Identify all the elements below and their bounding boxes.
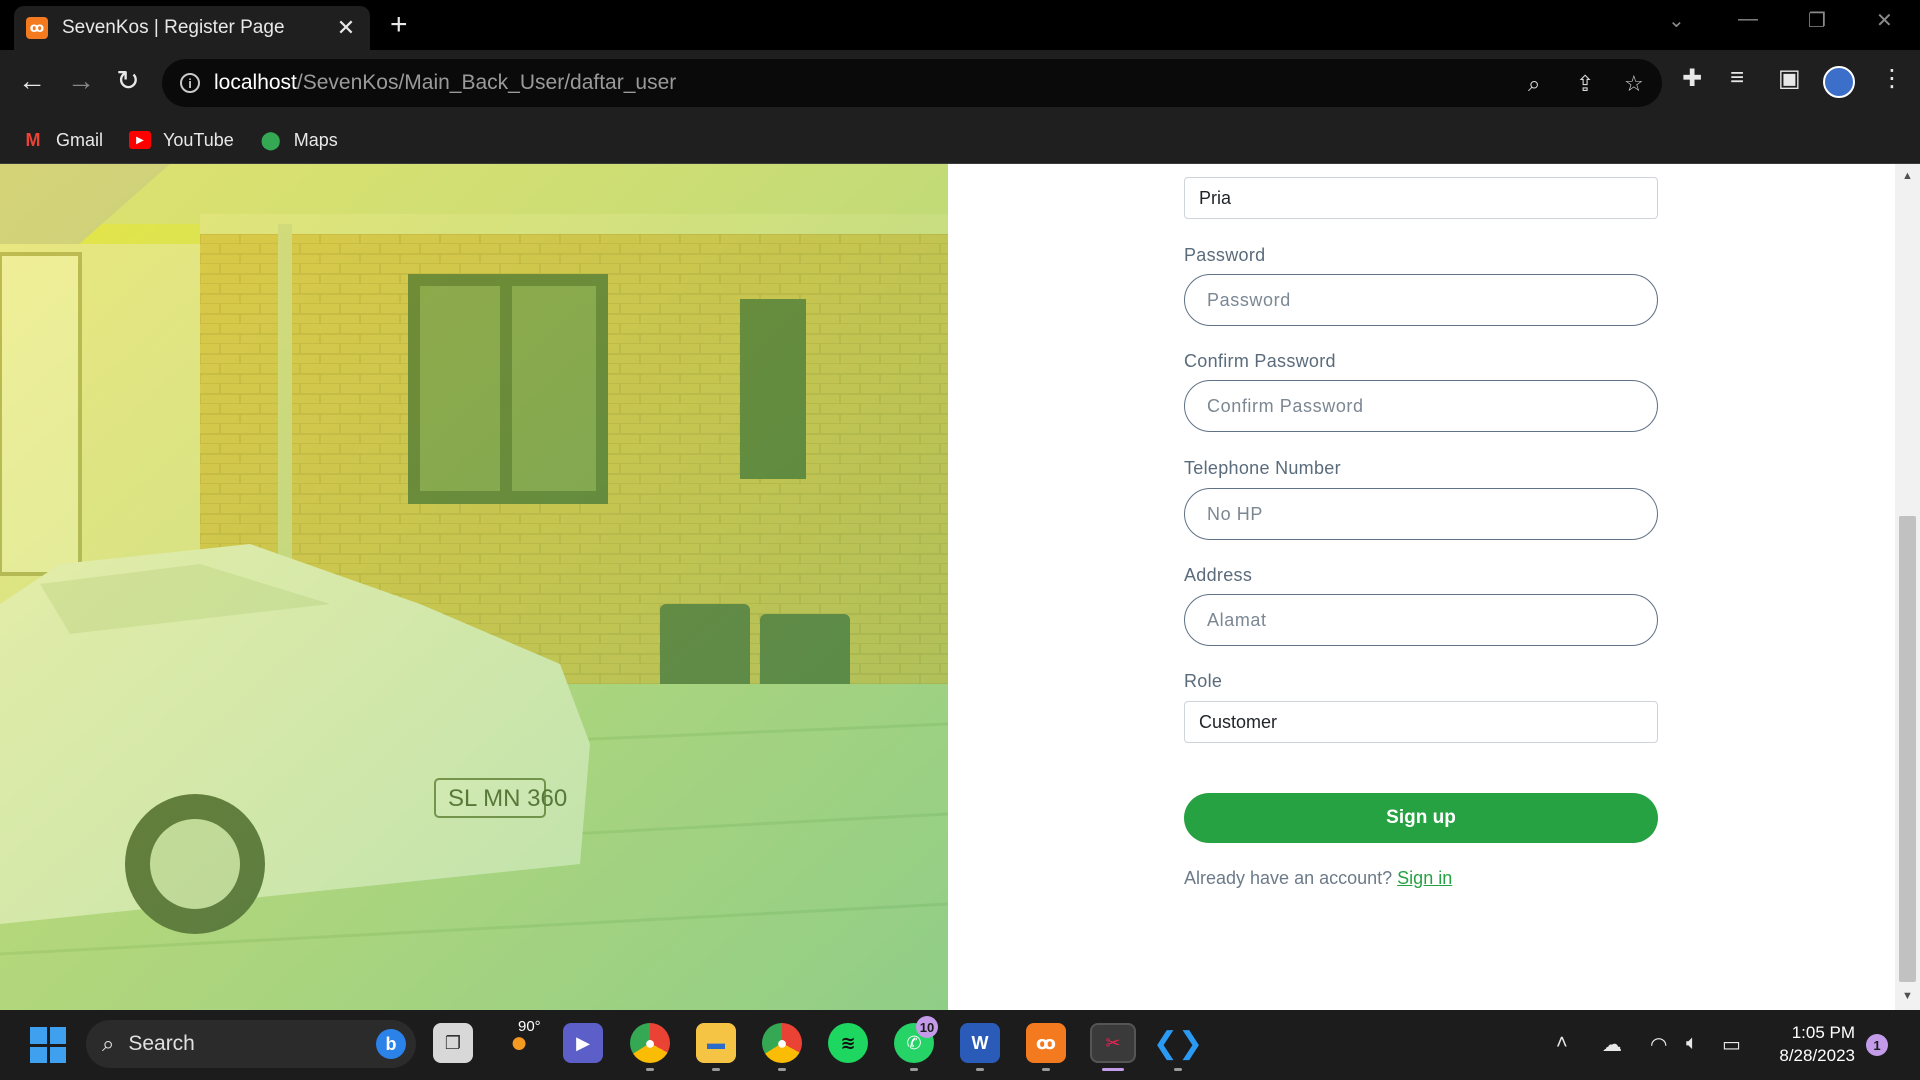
search-label: Search — [128, 1032, 195, 1055]
house-car-illustration: SL MN 360 — [0, 164, 948, 1010]
page-scrollbar[interactable]: ▲ ▼ — [1895, 164, 1920, 1010]
close-window-button[interactable]: ✕ — [1876, 8, 1893, 33]
hero-image: SL MN 360 — [0, 164, 948, 1010]
new-tab-button[interactable]: + — [390, 10, 408, 40]
gender-value: Pria — [1199, 187, 1232, 208]
confirm-password-input[interactable] — [1184, 380, 1658, 432]
spotify-icon[interactable]: ≋ — [828, 1023, 868, 1063]
wifi-icon[interactable]: ◠ — [1650, 1032, 1667, 1057]
profile-avatar[interactable] — [1823, 66, 1855, 98]
notification-badge[interactable]: 1 — [1866, 1034, 1888, 1056]
bookmark-gmail[interactable]: M Gmail — [22, 129, 104, 151]
bookmark-youtube[interactable]: ▶ YouTube — [129, 130, 234, 151]
bookmarks-bar: M Gmail ▶ YouTube ⬤ Maps — [0, 116, 1920, 164]
confirm-password-label: Confirm Password — [1184, 351, 1336, 371]
menu-icon[interactable]: ⋮ — [1880, 64, 1904, 93]
bookmark-maps[interactable]: ⬤ Maps — [260, 130, 338, 151]
back-button[interactable]: ← — [14, 64, 50, 98]
running-indicator — [1042, 1068, 1050, 1071]
minimize-button[interactable]: — — [1738, 8, 1758, 31]
tab-search-icon[interactable]: ⌄ — [1668, 8, 1685, 33]
snipping-tool-icon[interactable]: ✂ — [1090, 1023, 1136, 1063]
reload-button[interactable]: ↻ — [110, 64, 146, 98]
bookmark-label: YouTube — [163, 129, 234, 150]
running-indicator — [910, 1068, 918, 1071]
bookmark-label: Gmail — [56, 129, 104, 150]
tab-bar: ꝏ SevenKos | Register Page ✕ + ⌄ — ❐ ✕ — [0, 0, 1920, 50]
gender-select[interactable]: Pria — [1184, 177, 1658, 219]
tray-overflow-icon[interactable]: ˄ — [1556, 1032, 1568, 1055]
site-info-icon[interactable]: i — [180, 73, 200, 93]
share-icon[interactable]: ⇪ — [1576, 71, 1594, 97]
side-panel-icon[interactable]: ▣ — [1778, 64, 1801, 93]
taskbar: ⌕ Search b ❐ ● 90° ▶ ● ▬ ● ≋ ✆ 10 W ꝏ ✂ … — [0, 1010, 1920, 1080]
signin-prompt-text: Already have an account? — [1184, 868, 1393, 888]
password-label: Password — [1184, 245, 1266, 265]
word-icon[interactable]: W — [960, 1023, 1000, 1063]
close-tab-icon[interactable]: ✕ — [334, 15, 358, 41]
scroll-up-arrow-icon[interactable]: ▲ — [1895, 170, 1920, 182]
forward-button[interactable]: → — [63, 64, 99, 98]
bookmark-star-icon[interactable]: ☆ — [1624, 71, 1644, 97]
volume-icon[interactable]: 🔈︎ — [1686, 1032, 1698, 1055]
folder-icon[interactable]: ▬ — [696, 1023, 736, 1063]
active-indicator — [1102, 1068, 1124, 1071]
scrollbar-thumb[interactable] — [1899, 516, 1916, 982]
running-indicator — [976, 1068, 984, 1071]
taskbar-search[interactable]: ⌕ Search b — [86, 1020, 416, 1068]
chrome-icon[interactable]: ● — [762, 1023, 802, 1063]
xampp-icon: ꝏ — [26, 17, 48, 39]
chrome-icon[interactable]: ● — [630, 1023, 670, 1063]
clock-time: 1:05 PM — [1791, 1023, 1855, 1042]
signin-prompt: Already have an account? Sign in — [1184, 868, 1452, 889]
scroll-down-arrow-icon[interactable]: ▼ — [1895, 990, 1920, 1002]
running-indicator — [1174, 1068, 1182, 1071]
media-queue-icon[interactable]: ≡ — [1730, 64, 1744, 92]
zoom-icon[interactable]: ⌕ — [1528, 71, 1540, 97]
browser-toolbar: ← → ↻ i localhost/SevenKos/Main_Back_Use… — [0, 50, 1920, 116]
vscode-icon[interactable]: ❮❯ — [1153, 1023, 1203, 1063]
role-select[interactable]: Customer — [1184, 701, 1658, 743]
role-label: Role — [1184, 671, 1223, 691]
system-clock[interactable]: 1:05 PM 8/28/2023 — [1755, 1021, 1855, 1067]
page-viewport: SL MN 360 Pria Password Confirm Password… — [0, 164, 1920, 1010]
telephone-label: Telephone Number — [1184, 458, 1341, 478]
maps-icon: ⬤ — [260, 129, 281, 150]
bing-icon[interactable]: b — [376, 1029, 406, 1059]
running-indicator — [646, 1068, 654, 1071]
address-label: Address — [1184, 565, 1253, 585]
address-input[interactable] — [1184, 594, 1658, 646]
signin-link[interactable]: Sign in — [1397, 868, 1452, 888]
gmail-icon: M — [25, 129, 41, 150]
address-bar[interactable]: i localhost/SevenKos/Main_Back_User/daft… — [162, 59, 1662, 107]
browser-tab[interactable]: ꝏ SevenKos | Register Page ✕ — [14, 6, 370, 50]
running-indicator — [778, 1068, 786, 1071]
role-value: Customer — [1199, 711, 1278, 732]
bookmark-label: Maps — [293, 129, 338, 150]
youtube-icon: ▶ — [129, 131, 152, 149]
signup-button[interactable]: Sign up — [1184, 793, 1658, 843]
search-icon: ⌕ — [102, 1031, 115, 1056]
weather-temp: 90° — [518, 1018, 541, 1035]
teams-icon[interactable]: ▶ — [563, 1023, 603, 1063]
clock-date: 8/28/2023 — [1779, 1046, 1855, 1065]
tab-title: SevenKos | Register Page — [62, 17, 285, 38]
url-text[interactable]: localhost/SevenKos/Main_Back_User/daftar… — [214, 71, 676, 95]
battery-icon[interactable]: ▭ — [1722, 1032, 1741, 1057]
whatsapp-badge: 10 — [916, 1016, 938, 1038]
running-indicator — [712, 1068, 720, 1071]
task-view-icon[interactable]: ❐ — [433, 1023, 473, 1063]
xampp-icon[interactable]: ꝏ — [1026, 1023, 1066, 1063]
start-button[interactable] — [30, 1027, 66, 1063]
restore-button[interactable]: ❐ — [1808, 8, 1826, 33]
telephone-input[interactable] — [1184, 488, 1658, 540]
password-input[interactable] — [1184, 274, 1658, 326]
onedrive-icon[interactable]: ☁ — [1602, 1032, 1622, 1057]
extensions-icon[interactable]: ✚ — [1682, 64, 1702, 93]
